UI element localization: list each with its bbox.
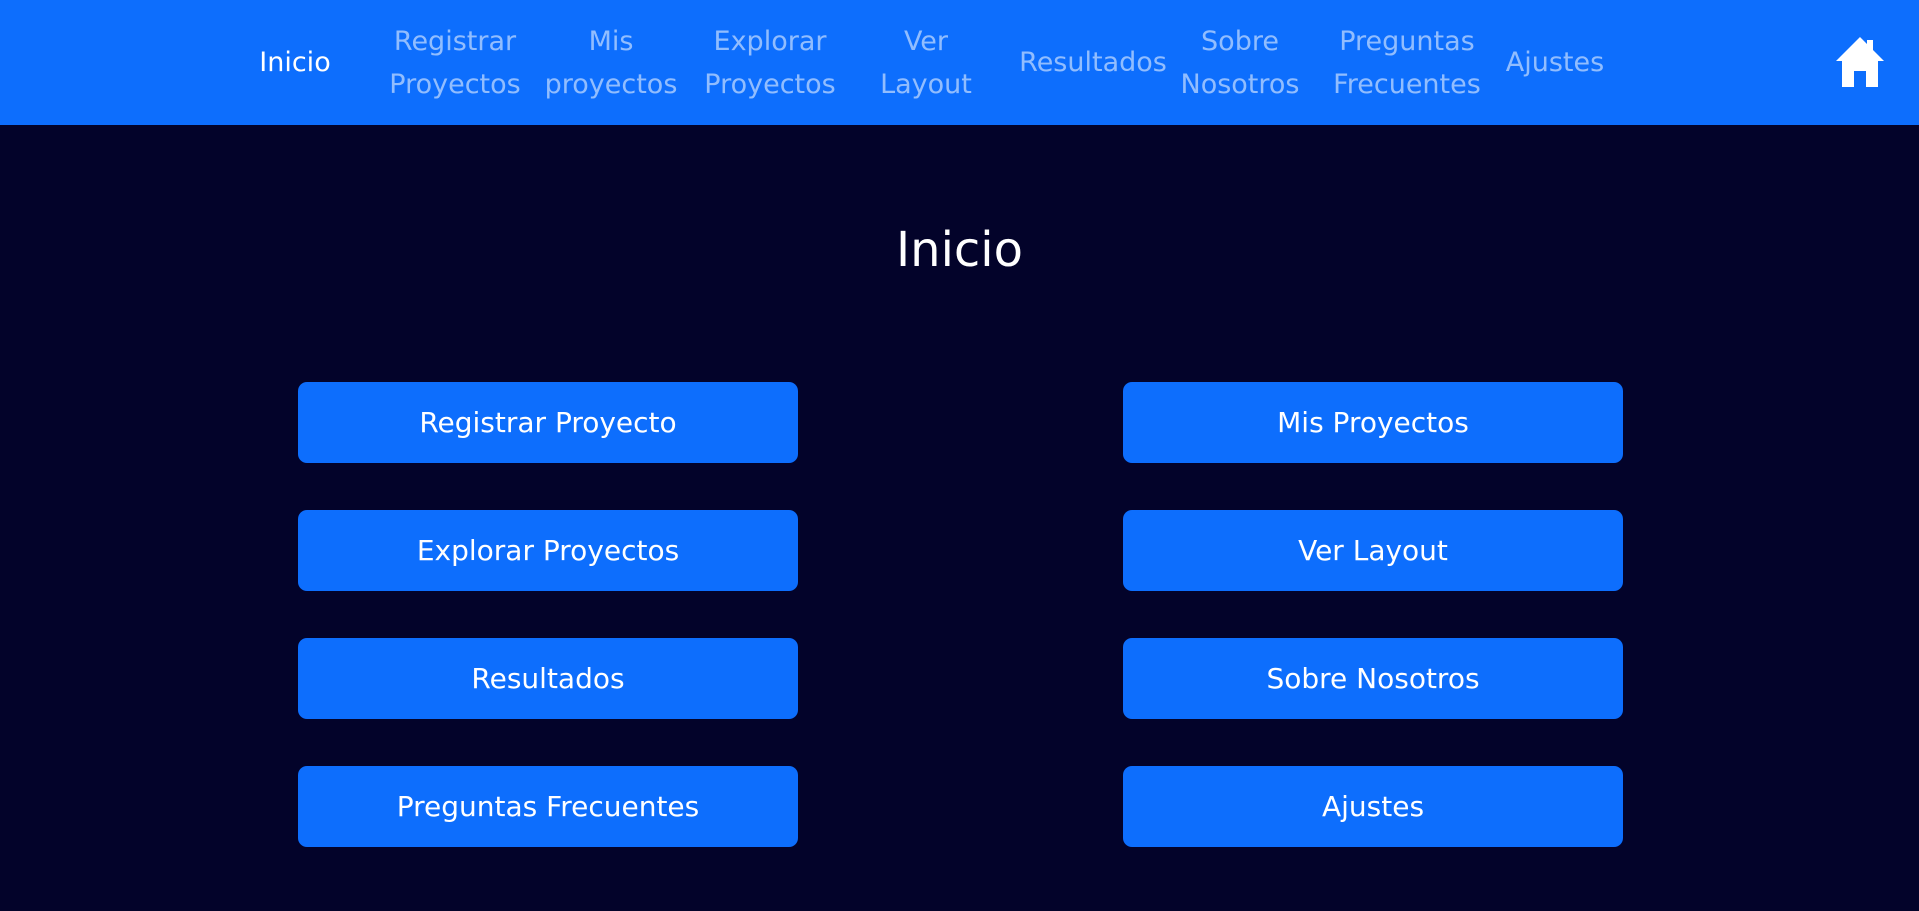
nav-link-preguntas-frecuentes[interactable]: Preguntas Frecuentes xyxy=(1332,0,1482,125)
sobre-nosotros-button[interactable]: Sobre Nosotros xyxy=(1123,638,1623,719)
preguntas-frecuentes-button[interactable]: Preguntas Frecuentes xyxy=(298,766,798,847)
nav-link-explorar-proyectos[interactable]: Explorar Proyectos xyxy=(704,0,836,125)
ver-layout-button[interactable]: Ver Layout xyxy=(1123,510,1623,591)
nav-link-inicio[interactable]: Inicio xyxy=(252,0,338,125)
nav-link-mis-proyectos[interactable]: Mis proyectos xyxy=(545,0,678,125)
nav-link-resultados[interactable]: Resultados xyxy=(1018,0,1168,125)
nav-link-ver-layout[interactable]: Ver Layout xyxy=(870,0,982,125)
ajustes-button[interactable]: Ajustes xyxy=(1123,766,1623,847)
nav-links: Inicio Registrar Proyectos Mis proyectos… xyxy=(0,0,1919,125)
top-navbar: Inicio Registrar Proyectos Mis proyectos… xyxy=(0,0,1919,125)
home-icon[interactable] xyxy=(1834,35,1886,89)
resultados-button[interactable]: Resultados xyxy=(298,638,798,719)
page-title: Inicio xyxy=(895,222,1023,278)
nav-link-sobre-nosotros[interactable]: Sobre Nosotros xyxy=(1176,0,1304,125)
registrar-proyecto-button[interactable]: Registrar Proyecto xyxy=(298,382,798,463)
explorar-proyectos-button[interactable]: Explorar Proyectos xyxy=(298,510,798,591)
mis-proyectos-button[interactable]: Mis Proyectos xyxy=(1123,382,1623,463)
nav-link-registrar-proyectos[interactable]: Registrar Proyectos xyxy=(388,0,522,125)
nav-link-ajustes[interactable]: Ajustes xyxy=(1503,0,1607,125)
